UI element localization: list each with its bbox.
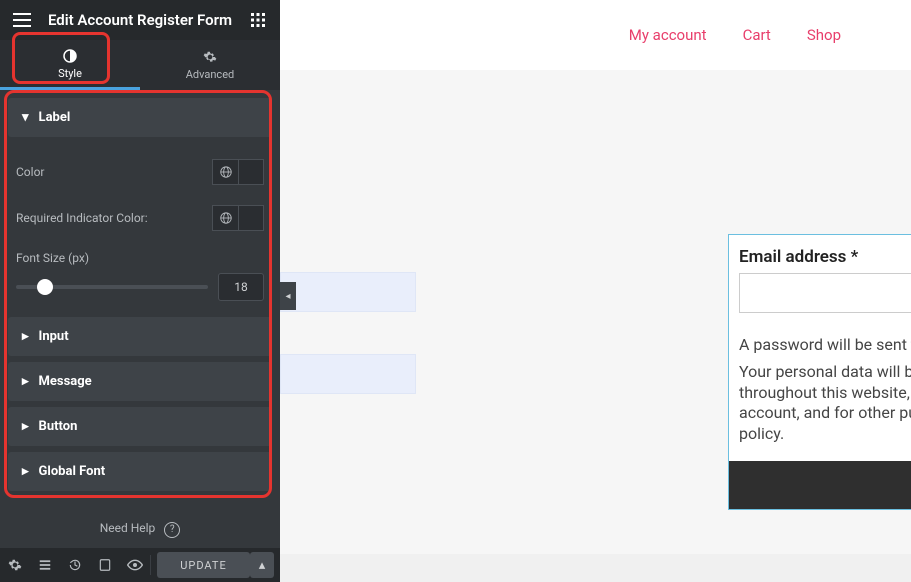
navigator-icon[interactable] bbox=[30, 548, 60, 582]
sidebar-footer: UPDATE ▴ bbox=[0, 548, 280, 582]
nav-shop[interactable]: Shop bbox=[807, 26, 841, 44]
section-label-header[interactable]: ▾ Label bbox=[8, 98, 272, 137]
login-password-field-ghost[interactable] bbox=[280, 354, 416, 394]
need-help[interactable]: Need Help ? bbox=[0, 511, 280, 548]
login-username-field-ghost[interactable] bbox=[280, 272, 416, 312]
tab-style[interactable]: Style bbox=[0, 40, 140, 90]
help-icon: ? bbox=[164, 522, 180, 538]
section-input-title: Input bbox=[39, 329, 69, 344]
row-color: Color bbox=[14, 149, 266, 195]
section-message-header[interactable]: ▸ Message bbox=[8, 362, 272, 401]
update-options-button[interactable]: ▴ bbox=[250, 552, 274, 578]
row-font-size: Font Size (px) 18 bbox=[14, 241, 266, 301]
style-sections: ▾ Label Color Required Indicator Color: bbox=[0, 90, 280, 511]
menu-icon[interactable] bbox=[10, 8, 34, 32]
widgets-grid-icon[interactable] bbox=[246, 8, 270, 32]
global-required-color-toggle[interactable] bbox=[212, 205, 238, 231]
font-size-value[interactable]: 18 bbox=[218, 273, 264, 301]
history-icon[interactable] bbox=[60, 548, 90, 582]
nav-my-account[interactable]: My account bbox=[629, 26, 707, 44]
register-button[interactable]: Register bbox=[729, 461, 911, 509]
privacy-text: Your personal data will be used to suppo… bbox=[739, 362, 911, 445]
collapse-panel-button[interactable]: ◂ bbox=[280, 282, 296, 310]
slider-thumb[interactable] bbox=[37, 279, 53, 295]
caret-right-icon: ▸ bbox=[22, 329, 29, 344]
need-help-label: Need Help bbox=[100, 521, 156, 535]
section-label-body: Color Required Indicator Color: bbox=[8, 137, 272, 311]
settings-icon[interactable] bbox=[0, 548, 30, 582]
responsive-icon[interactable] bbox=[90, 548, 120, 582]
section-label-title: Label bbox=[39, 110, 71, 125]
nav-cart[interactable]: Cart bbox=[743, 26, 771, 44]
color-swatch[interactable] bbox=[238, 159, 264, 185]
caret-right-icon: ▸ bbox=[22, 464, 29, 479]
tab-style-label: Style bbox=[58, 67, 82, 80]
canvas-body: Email address * A password will be sent … bbox=[280, 70, 911, 582]
email-field[interactable] bbox=[739, 273, 911, 313]
preview-icon[interactable] bbox=[120, 548, 150, 582]
label-font-size: Font Size (px) bbox=[16, 251, 264, 265]
sidebar-header: Edit Account Register Form bbox=[0, 0, 280, 40]
caret-right-icon: ▸ bbox=[22, 374, 29, 389]
editor-sidebar: Edit Account Register Form Style Advance… bbox=[0, 0, 280, 582]
required-color-swatch[interactable] bbox=[238, 205, 264, 231]
editor-tabs: Style Advanced bbox=[0, 40, 280, 90]
sidebar-title: Edit Account Register Form bbox=[34, 11, 246, 29]
label-color: Color bbox=[16, 165, 44, 179]
label-required-color: Required Indicator Color: bbox=[16, 211, 148, 225]
tab-advanced-label: Advanced bbox=[186, 68, 234, 81]
caret-right-icon: ▸ bbox=[22, 419, 29, 434]
section-gap bbox=[280, 554, 911, 582]
password-info-text: A password will be sent to your email ad… bbox=[739, 335, 911, 356]
global-color-toggle[interactable] bbox=[212, 159, 238, 185]
row-required-color: Required Indicator Color: bbox=[14, 195, 266, 241]
tab-advanced[interactable]: Advanced bbox=[140, 40, 280, 90]
caret-down-icon: ▾ bbox=[22, 110, 29, 125]
email-label: Email address * bbox=[739, 247, 911, 267]
section-button-header[interactable]: ▸ Button bbox=[8, 407, 272, 446]
site-top-nav: My account Cart Shop bbox=[280, 0, 911, 70]
section-input-header[interactable]: ▸ Input bbox=[8, 317, 272, 356]
register-widget[interactable]: Email address * A password will be sent … bbox=[728, 234, 911, 510]
gear-icon bbox=[203, 49, 217, 65]
font-size-slider[interactable] bbox=[16, 285, 208, 289]
section-button-title: Button bbox=[39, 419, 78, 434]
section-message-title: Message bbox=[39, 374, 92, 389]
section-global-font-title: Global Font bbox=[39, 464, 106, 479]
section-global-font-header[interactable]: ▸ Global Font bbox=[8, 452, 272, 491]
update-button-label: UPDATE bbox=[180, 559, 226, 572]
update-button[interactable]: UPDATE bbox=[157, 552, 250, 578]
style-icon bbox=[63, 48, 77, 64]
preview-canvas: My account Cart Shop Email address * A p… bbox=[280, 0, 911, 582]
